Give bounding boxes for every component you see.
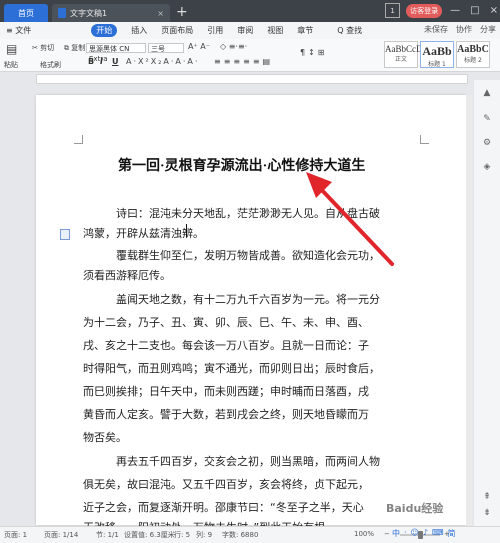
paragraph-align-icons[interactable]: ≡≡≡≡≡▤ bbox=[214, 57, 273, 66]
text-line[interactable]: 盖闻天地之数，有十二万九千六百岁为一元。将一元分 bbox=[116, 291, 380, 307]
text-line[interactable]: 而巳则挨排；日午天中，而未则西蹉；申时晡而日落酉，戌 bbox=[83, 383, 369, 399]
paste-button[interactable]: 粘贴 bbox=[4, 60, 18, 70]
bold-button[interactable]: B bbox=[88, 57, 94, 66]
shapes-icon[interactable]: ◈ bbox=[482, 162, 492, 172]
ime-emoji-icon[interactable]: ☺ bbox=[411, 528, 419, 539]
text-line[interactable]: 俱无矣，故曰混沌。又五千四百岁，亥会将终，贞下起元， bbox=[83, 476, 369, 492]
status-pages[interactable]: 页面: 1/14 bbox=[44, 530, 78, 540]
style-heading1-label: 标题 1 bbox=[428, 61, 446, 68]
style-heading2[interactable]: AaBbC 标题 2 bbox=[456, 41, 490, 68]
status-row[interactable]: 行: 5 bbox=[174, 530, 190, 540]
status-words[interactable]: 字数: 6880 bbox=[222, 530, 258, 540]
text-line[interactable]: 为十二会，乃子、丑、寅、卯、辰、巳、午、未、申、酉、 bbox=[83, 314, 369, 330]
text-line[interactable]: 诗曰：混沌未分天地乱，茫茫渺渺无人见。自从盘古破 bbox=[116, 205, 380, 221]
style-body-label: 正文 bbox=[394, 56, 407, 63]
unsaved-status[interactable]: 未保存 bbox=[424, 24, 448, 35]
document-page[interactable]: 第一回·灵根育孕源流出·心性修持大道生 诗曰：混沌未分天地乱，茫茫渺渺无人见。自… bbox=[36, 95, 466, 534]
menu-file[interactable]: ≡ 文件 bbox=[6, 25, 31, 36]
tab-home[interactable]: 首页 bbox=[4, 4, 48, 22]
vertical-scrollbar[interactable] bbox=[466, 95, 472, 525]
text-line[interactable]: 戌、亥之十二支也。每会该一万八百岁。且就一日而论：子 bbox=[83, 337, 369, 353]
text-cursor bbox=[186, 224, 187, 237]
status-section[interactable]: 节: 1/1 bbox=[96, 530, 119, 540]
menu-insert[interactable]: 插入 bbox=[131, 25, 147, 36]
menu-search[interactable]: Q 查找 bbox=[337, 25, 362, 36]
ime-simplified[interactable]: 简 bbox=[448, 528, 456, 539]
font-size-select[interactable]: 三号 bbox=[148, 43, 184, 53]
style-heading1-preview: AaBb bbox=[422, 44, 452, 58]
ime-voice-icon[interactable]: ♪ bbox=[423, 528, 428, 539]
copy-button[interactable]: ⧉ 复制 bbox=[64, 43, 85, 53]
style-heading2-label: 标题 2 bbox=[464, 57, 482, 64]
status-page[interactable]: 页面: 1 bbox=[4, 530, 27, 540]
underline-button[interactable]: U bbox=[112, 57, 119, 66]
style-heading1[interactable]: AaBb 标题 1 bbox=[420, 41, 454, 68]
margin-mark-tl bbox=[74, 135, 83, 144]
style-body-preview: AaBbCcDd bbox=[385, 44, 427, 54]
close-window-icon[interactable]: × bbox=[490, 5, 498, 16]
horizontal-ruler[interactable] bbox=[36, 74, 468, 84]
menu-start[interactable]: 开始 bbox=[91, 24, 118, 37]
menu-view[interactable]: 视图 bbox=[267, 25, 283, 36]
minimize-icon[interactable]: — bbox=[450, 5, 460, 16]
document-title[interactable]: 第一回·灵根育孕源流出·心性修持大道生 bbox=[118, 155, 365, 175]
status-setting[interactable]: 设置值: 6.3厘米 bbox=[124, 530, 175, 540]
text-line[interactable]: 时得阳气，而丑则鸡鸣；寅不通光，而卯则日出；辰时食后， bbox=[83, 360, 380, 376]
cut-label: 剪切 bbox=[40, 44, 55, 52]
pen-icon[interactable]: ✎ bbox=[482, 114, 492, 124]
clear-format-icon[interactable]: ◇ ≡·≡· bbox=[220, 42, 247, 51]
menu-chapter[interactable]: 章节 bbox=[297, 25, 313, 36]
maximize-icon[interactable]: □ bbox=[470, 5, 479, 16]
style-heading2-preview: AaBbC bbox=[457, 44, 489, 55]
menu-layout[interactable]: 页面布局 bbox=[161, 25, 193, 36]
font-effects-icons[interactable]: A·X²X₂A·A·A· bbox=[126, 57, 199, 66]
paragraph-handle-icon[interactable] bbox=[60, 229, 70, 240]
margin-mark-tr bbox=[420, 135, 429, 144]
next-page-icon[interactable]: ⇟ bbox=[482, 508, 492, 518]
copy-label: 复制 bbox=[71, 44, 86, 52]
ime-keyboard-icon[interactable]: ⌨ bbox=[432, 528, 444, 539]
title-bar: 首页 文字文稿1 × + 1 访客登录 — □ × bbox=[0, 0, 500, 22]
close-tab-icon[interactable]: × bbox=[157, 9, 164, 18]
collab-button[interactable]: 协作 bbox=[456, 24, 472, 35]
window-controls: 1 访客登录 — □ × bbox=[385, 3, 500, 18]
text-line[interactable]: 物否矣。 bbox=[83, 429, 127, 445]
text-line[interactable]: 黄昏而人定亥。譬于大数，若到戌会之终，则天地昏矇而万 bbox=[83, 406, 369, 422]
share-button[interactable]: 分享 bbox=[480, 24, 496, 35]
adjust-icon[interactable]: ⚙ bbox=[482, 138, 492, 148]
right-sidebar: ▲ ✎ ⚙ ◈ ⇞ ⇟ bbox=[474, 80, 500, 526]
italic-button[interactable]: I bbox=[100, 57, 103, 66]
grow-font-icon[interactable]: A⁺ A⁻ bbox=[188, 42, 210, 51]
ime-chinese[interactable]: 中 bbox=[392, 528, 400, 539]
text-line[interactable]: 须看西游释厄传。 bbox=[83, 267, 171, 283]
sidebar-collapse-icon[interactable]: ▲ bbox=[482, 88, 492, 98]
ime-dot[interactable]: · bbox=[404, 528, 407, 539]
tab-home-label: 首页 bbox=[18, 8, 34, 18]
zoom-level[interactable]: 100% bbox=[354, 530, 374, 538]
paragraph-tools-icons[interactable]: ¶↕⊞ bbox=[300, 48, 328, 57]
menu-review[interactable]: 审阅 bbox=[237, 25, 253, 36]
window-badge-icon[interactable]: 1 bbox=[385, 3, 401, 18]
visitor-login-button[interactable]: 访客登录 bbox=[406, 3, 443, 18]
paste-icon[interactable]: ▤ bbox=[6, 42, 17, 56]
new-tab-button[interactable]: + bbox=[176, 4, 188, 20]
text-line[interactable]: 近子之会，而复逐渐开明。邵康节曰：“冬至子之半，天心 bbox=[83, 499, 364, 515]
tab-document[interactable]: 文字文稿1 × bbox=[52, 4, 170, 22]
font-name-select[interactable]: 思源黑体 CN Extra bbox=[86, 43, 146, 63]
menu-reference[interactable]: 引用 bbox=[207, 25, 223, 36]
document-icon bbox=[58, 8, 66, 18]
text-line[interactable]: 再去五千四百岁，交亥会之初，则当黑暗，而两间人物 bbox=[116, 453, 380, 469]
tab-document-label: 文字文稿1 bbox=[70, 8, 108, 18]
status-col[interactable]: 列: 9 bbox=[196, 530, 212, 540]
ime-toolbar: 中 · ☺ ♪ ⌨ 简 bbox=[392, 528, 456, 539]
watermark-logo: Baidu经验 bbox=[386, 502, 444, 515]
cut-button[interactable]: ✂ 剪切 bbox=[32, 43, 54, 53]
zoom-out-button[interactable]: − bbox=[384, 530, 390, 538]
prev-page-icon[interactable]: ⇞ bbox=[482, 492, 492, 502]
style-body[interactable]: AaBbCcDd 正文 bbox=[384, 41, 427, 68]
menu-bar: ≡ 文件 开始 插入 页面布局 引用 审阅 视图 章节 Q 查找 未保存 协作 … bbox=[0, 22, 500, 40]
format-painter-button[interactable]: 格式刷 bbox=[40, 60, 61, 70]
text-line[interactable]: 覆载群生仰至仁，发明万物皆成善。欲知造化会元功， bbox=[116, 247, 380, 263]
